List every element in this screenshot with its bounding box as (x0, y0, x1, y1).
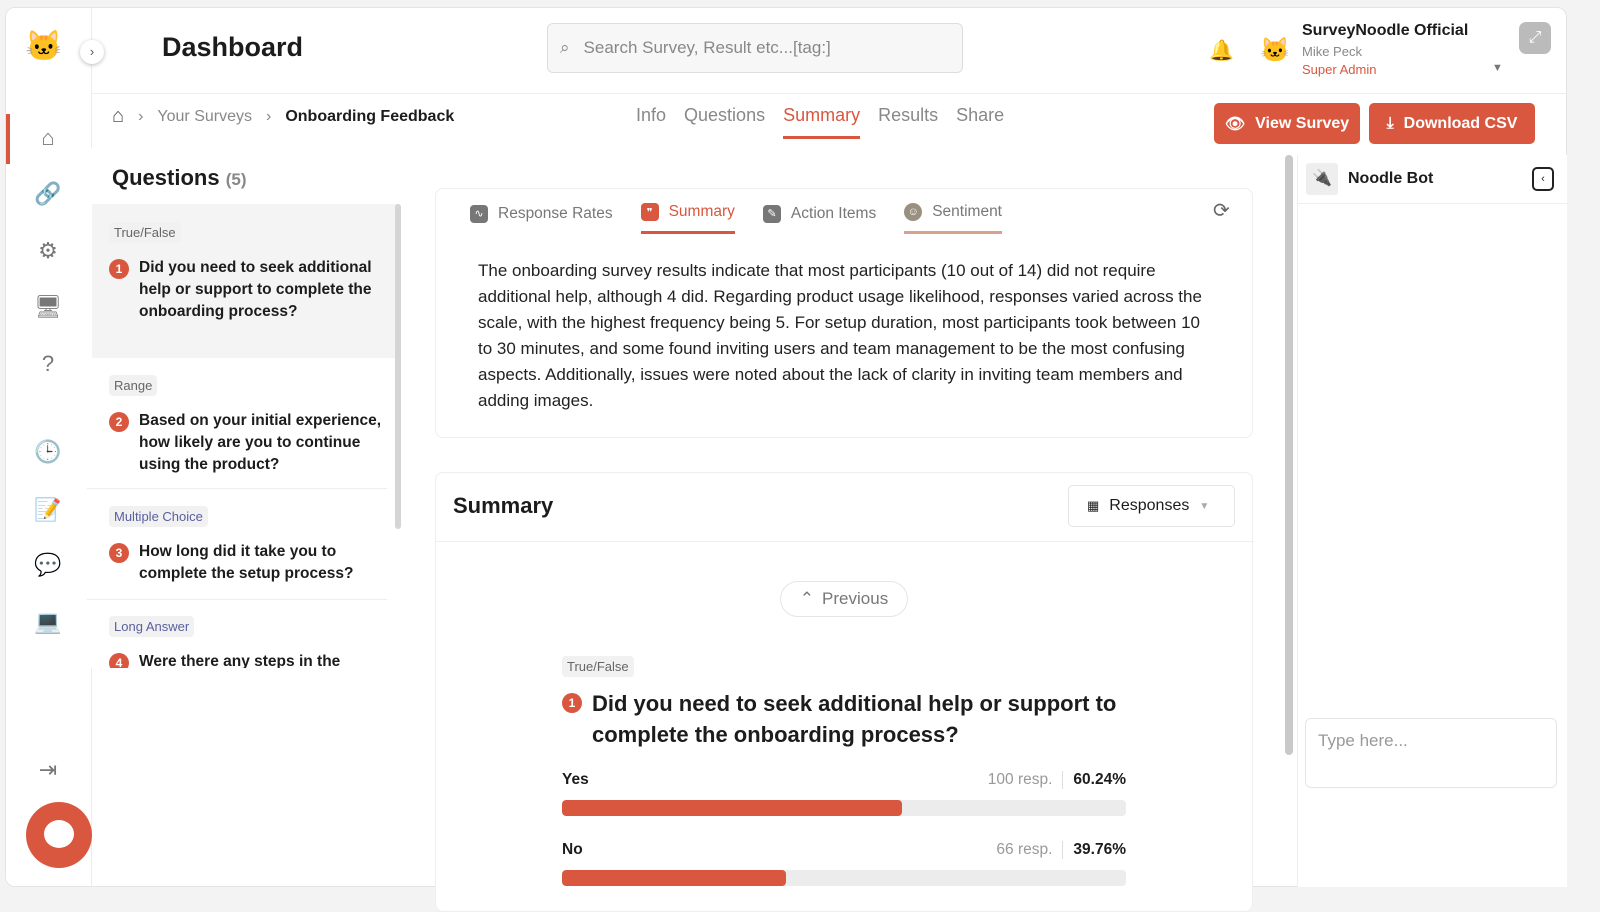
user-name: Mike Peck (1302, 44, 1362, 59)
tab-response-rates[interactable]: ∿ Response Rates (470, 203, 613, 234)
sidebar: 🐱 › ⌂ 🔗 ⚙ 🖥 ? 🕒 📝 💬 💻 ⇥ (6, 8, 104, 886)
option-row-no: No 66 resp. 39.76% (562, 841, 1126, 859)
monitor-icon[interactable]: 🖥 (34, 293, 62, 321)
option-row-yes: Yes 100 resp. 60.24% (562, 771, 1126, 789)
pulse-icon: ∿ (470, 204, 488, 223)
fullscreen-icon[interactable]: ⤢ (1519, 22, 1551, 54)
question-type-tag: True/False (562, 656, 634, 677)
progress-fill-no (562, 870, 787, 886)
help-icon[interactable]: ? (34, 350, 62, 378)
bell-icon[interactable]: 🔔 (1209, 38, 1234, 63)
download-csv-button[interactable]: ⤓ Download CSV (1369, 103, 1535, 144)
home-icon[interactable]: ⌂ (112, 105, 124, 128)
noodle-bot-panel: 🔌 Noodle Bot ‹ Type here... (1297, 155, 1568, 887)
breadcrumb-your-surveys[interactable]: Your Surveys (157, 108, 252, 126)
logout-icon[interactable]: ⇥ (34, 756, 62, 784)
clock-icon[interactable]: 🕒 (34, 438, 62, 466)
cat-logo-icon: 🐱 (25, 29, 63, 63)
download-icon: ⤓ (1386, 114, 1394, 132)
search-input[interactable]: ⌕ Search Survey, Result etc...[tag:] (547, 23, 963, 73)
chevron-up-icon: ⌃ (799, 589, 815, 608)
chat-launcher-button[interactable] (26, 802, 92, 868)
progress-bar-no (562, 870, 1126, 886)
smiley-icon: ☺ (904, 203, 923, 221)
main-scrollbar[interactable] (1285, 155, 1293, 755)
tab-summary[interactable]: Summary (783, 105, 861, 139)
tab-share[interactable]: Share (956, 105, 1004, 139)
notepad-icon[interactable]: 📝 (34, 496, 62, 524)
ai-summary-text: The onboarding survey results indicate t… (478, 261, 1202, 410)
home-icon[interactable]: ⌂ (34, 124, 62, 152)
question-item-2[interactable]: Range 2 Based on your initial experience, … (87, 361, 387, 489)
progress-fill-yes (562, 800, 902, 816)
questions-scrollbar[interactable] (395, 204, 401, 529)
search-icon: ⌕ (560, 38, 570, 57)
summary-tabs: ∿ Response Rates ❞ Summary ✎ Action Items ☺… (470, 203, 1002, 234)
question-heading: 1 Did you need to seek additional help or… (562, 688, 1142, 750)
active-indicator (6, 114, 10, 164)
account-dropdown-icon[interactable]: ▼ (1492, 62, 1503, 74)
refresh-icon[interactable]: ⟳ (1213, 198, 1230, 223)
expand-sidebar-button[interactable]: › (80, 40, 104, 64)
question-item-1[interactable]: True/False 1 Did you need to seek addition… (87, 208, 387, 323)
laptop-icon[interactable]: 💻 (34, 608, 62, 636)
chat-input[interactable]: Type here... (1305, 718, 1557, 788)
chat-icon (44, 820, 74, 848)
org-name: SurveyNoodle Official (1302, 22, 1469, 39)
breadcrumb-current: Onboarding Feedback (285, 107, 455, 125)
avatar[interactable]: 🐱 (1260, 36, 1290, 65)
quote-icon: ❞ (640, 203, 659, 221)
user-role: Super Admin (1302, 62, 1377, 77)
question-item-4[interactable]: Long Answer 4 Were there any steps in the (87, 602, 387, 668)
eye-icon: 👁 (1224, 115, 1246, 133)
progress-bar-yes (562, 800, 1126, 816)
pencil-icon: ✎ (762, 204, 781, 223)
tab-results[interactable]: Results (878, 105, 938, 139)
collapse-panel-icon[interactable]: ‹ (1532, 167, 1554, 191)
chevron-down-icon: ▼ (1199, 500, 1210, 512)
top-header: Dashboard ⌕ Search Survey, Result etc...[… (92, 8, 1566, 94)
plug-icon: 🔌 (1306, 163, 1338, 195)
tab-questions[interactable]: Questions (684, 105, 765, 139)
tab-ai-summary[interactable]: ❞ Summary (640, 203, 735, 234)
responses-dropdown[interactable]: ▦ Responses ▼ (1068, 485, 1235, 527)
breadcrumb: ⌂ › Your Surveys › Onboarding Feedback (112, 105, 455, 128)
questions-panel: True/False 1 Did you need to seek addition… (87, 148, 401, 668)
view-survey-button[interactable]: 👁 View Survey (1214, 103, 1360, 144)
question-item-3[interactable]: Multiple Choice 3 How long did it take you… (87, 492, 387, 600)
link-icon[interactable]: 🔗 (34, 180, 62, 208)
gear-icon[interactable]: ⚙ (34, 237, 62, 265)
questions-heading: Questions (5) (112, 165, 247, 190)
survey-tabs: Info Questions Summary Results Share (636, 105, 1004, 139)
bot-name: Noodle Bot (1348, 170, 1434, 187)
summary-title: Summary (453, 493, 554, 518)
tab-sentiment[interactable]: ☺ Sentiment (904, 203, 1002, 234)
speech-bubble-icon[interactable]: 💬 (34, 551, 62, 579)
tab-action-items[interactable]: ✎ Action Items (762, 203, 876, 234)
calendar-icon: ▦ (1087, 498, 1100, 513)
previous-button[interactable]: ⌃ Previous (780, 581, 908, 617)
tab-info[interactable]: Info (636, 105, 666, 139)
page-title: Dashboard (162, 32, 304, 62)
